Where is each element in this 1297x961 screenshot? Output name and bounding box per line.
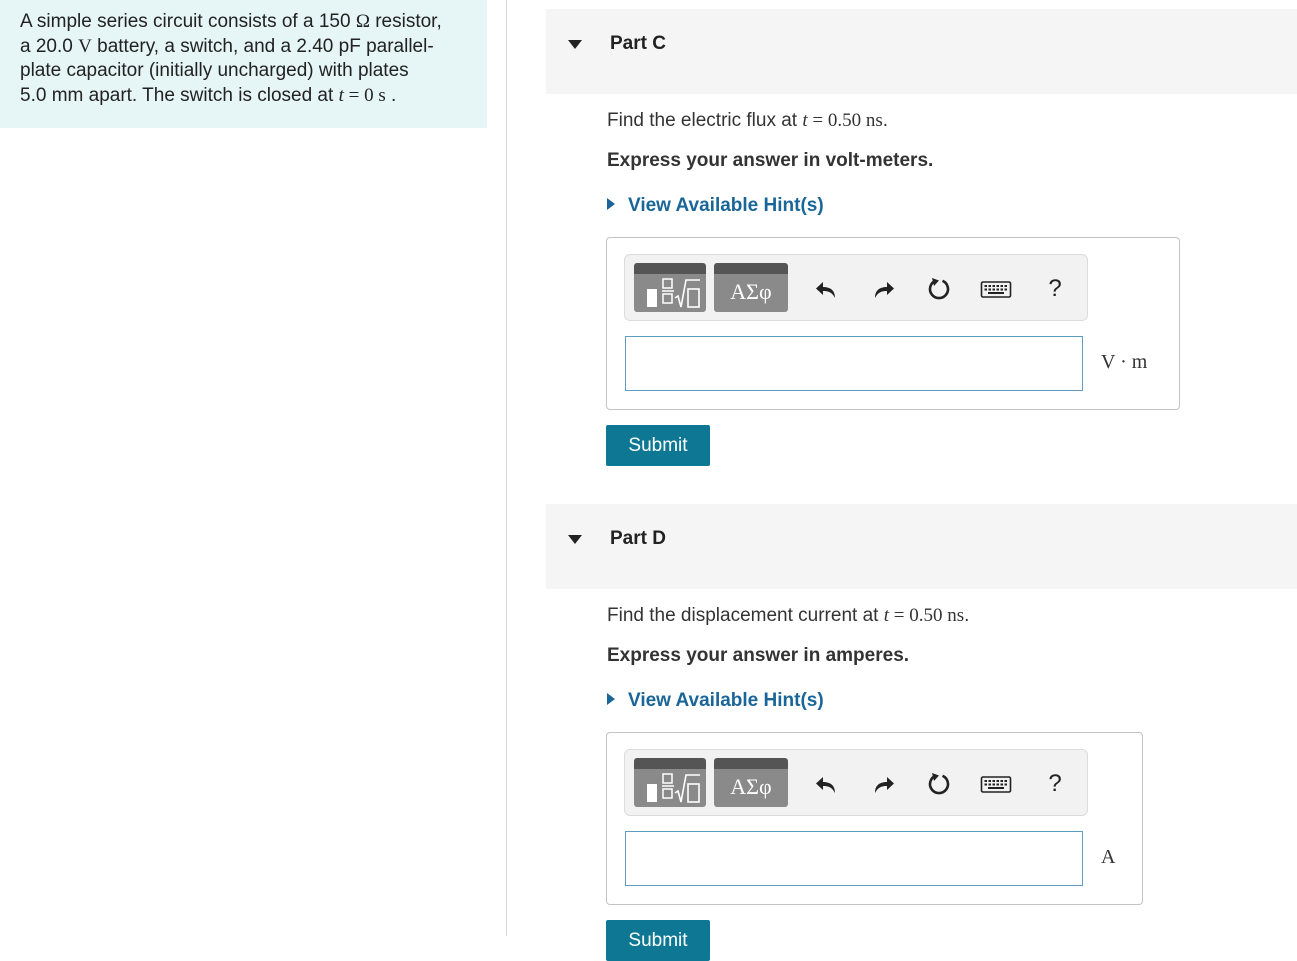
templates-icon: [647, 773, 700, 803]
time-value: 0.50 ns: [827, 110, 883, 131]
answer-input[interactable]: [625, 336, 1083, 391]
part-c-header[interactable]: Part C: [546, 9, 1297, 94]
time-value: 0.50 ns: [909, 605, 965, 626]
keyboard-icon[interactable]: [980, 276, 1012, 302]
undo-icon[interactable]: [813, 276, 839, 302]
part-d-header[interactable]: Part D: [546, 504, 1297, 589]
answer-input[interactable]: [625, 831, 1083, 886]
volt-symbol: V: [78, 35, 92, 57]
templates-button[interactable]: [634, 758, 706, 807]
hint-label: View Available Hint(s): [628, 195, 824, 216]
help-icon[interactable]: ?: [1042, 771, 1068, 797]
reset-icon[interactable]: [926, 276, 952, 302]
problem-line-1: A simple series circuit consists of a 15…: [20, 10, 467, 35]
answer-box: ΑΣφ ? V · m: [606, 237, 1180, 410]
period: .: [964, 605, 970, 626]
problem-line-3: plate capacitor (initially uncharged) wi…: [20, 60, 409, 81]
symbols-label: ΑΣφ: [730, 279, 772, 304]
view-hints-link[interactable]: View Available Hint(s): [607, 195, 824, 217]
time-value: 0 s: [364, 84, 386, 106]
problem-text: A simple series circuit consists of a 15…: [20, 11, 356, 32]
help-icon[interactable]: ?: [1042, 276, 1068, 302]
redo-icon[interactable]: [871, 276, 897, 302]
answer-box: ΑΣφ ? A: [606, 732, 1143, 905]
part-title: Part D: [610, 528, 666, 549]
equals-sign: =: [888, 605, 910, 626]
ohm-symbol: Ω: [355, 11, 370, 32]
templates-button[interactable]: [634, 263, 706, 312]
templates-icon: [647, 278, 700, 308]
problem-text: battery, a switch, and a 2.40 pF paralle…: [91, 35, 434, 57]
collapse-caret-icon[interactable]: [568, 535, 582, 544]
symbols-button[interactable]: ΑΣφ: [714, 263, 788, 312]
question-label: Find the electric flux at: [607, 110, 803, 131]
part-title: Part C: [610, 33, 666, 54]
problem-text: a 20.0: [20, 35, 79, 57]
math-toolbar: ΑΣφ ?: [624, 254, 1088, 321]
problem-line-4: 5.0 mm apart. The switch is closed at t …: [20, 84, 467, 109]
problem-text: .: [385, 84, 397, 106]
redo-icon[interactable]: [871, 771, 897, 797]
hint-label: View Available Hint(s): [628, 690, 824, 711]
symbols-button[interactable]: ΑΣφ: [714, 758, 788, 807]
column-divider: [506, 0, 507, 936]
unit-label: A: [1101, 846, 1116, 868]
period: .: [882, 110, 889, 131]
express-instruction: Express your answer in volt-meters.: [607, 150, 934, 171]
express-instruction: Express your answer in amperes.: [607, 645, 910, 666]
collapse-caret-icon[interactable]: [568, 40, 582, 49]
expand-triangle-icon: [607, 198, 615, 211]
question-label: Find the displacement current at: [607, 605, 884, 626]
submit-button[interactable]: Submit: [606, 425, 710, 466]
expand-triangle-icon: [607, 693, 615, 706]
math-toolbar: ΑΣφ ?: [624, 749, 1088, 816]
equals-sign: =: [343, 84, 365, 106]
unit-label: V · m: [1101, 351, 1148, 373]
reset-icon[interactable]: [926, 771, 952, 797]
question-text: Find the displacement current at t = 0.5…: [607, 605, 969, 627]
problem-text: 5.0 mm apart. The switch is closed at: [20, 84, 339, 106]
undo-icon[interactable]: [813, 771, 839, 797]
symbols-label: ΑΣφ: [730, 774, 772, 799]
problem-statement: A simple series circuit consists of a 15…: [0, 0, 487, 128]
problem-line-2: a 20.0 V battery, a switch, and a 2.40 p…: [20, 35, 467, 60]
equals-sign: =: [807, 110, 828, 131]
submit-button[interactable]: Submit: [606, 920, 710, 961]
question-text: Find the electric flux at t = 0.50 ns.: [607, 110, 888, 132]
view-hints-link[interactable]: View Available Hint(s): [607, 690, 824, 712]
keyboard-icon[interactable]: [980, 771, 1012, 797]
problem-text: resistor,: [369, 11, 442, 32]
